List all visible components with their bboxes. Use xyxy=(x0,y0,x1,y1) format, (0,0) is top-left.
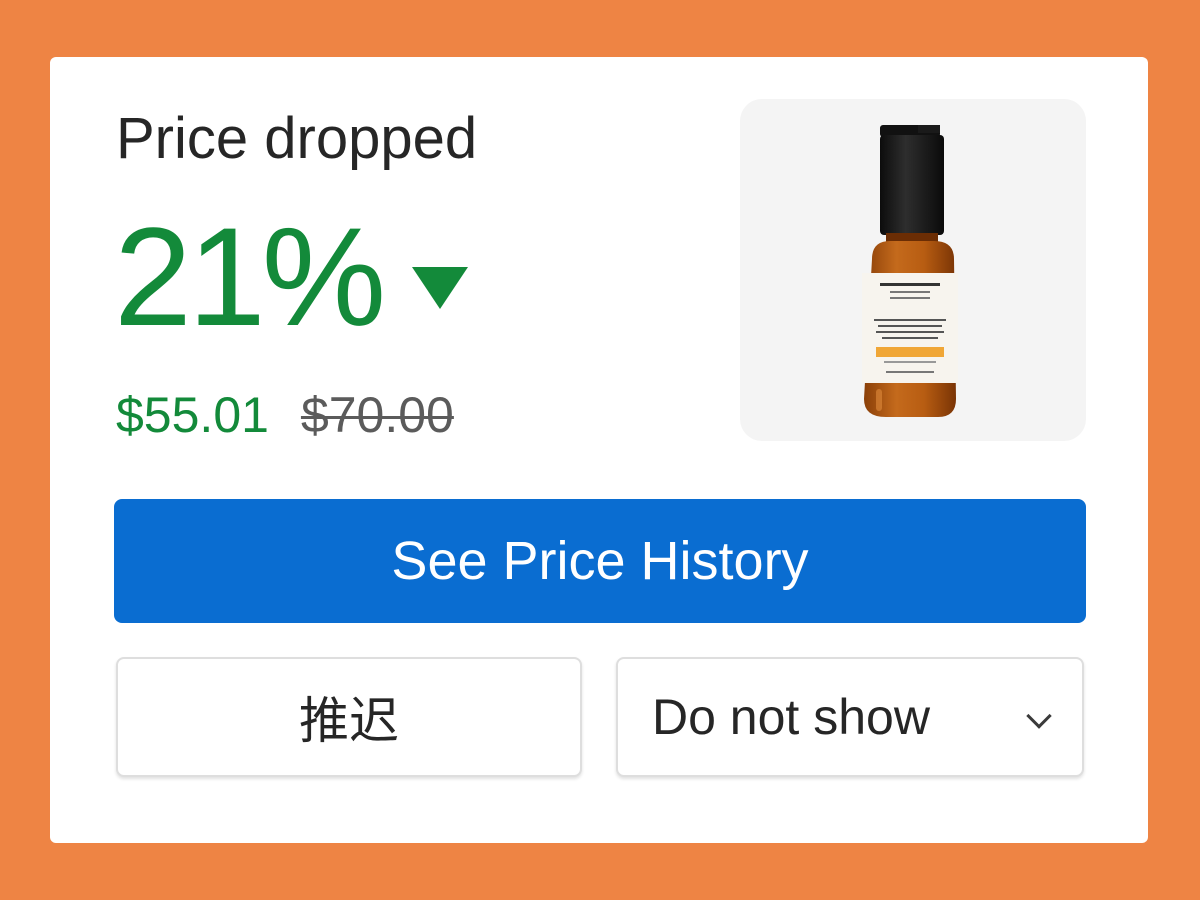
dropdown-selected-value: Do not show xyxy=(652,689,930,745)
drop-percent-row: 21% xyxy=(114,198,469,355)
drop-percent: 21% xyxy=(114,198,386,355)
do-not-show-dropdown[interactable]: Do not show xyxy=(616,657,1084,777)
popup-title: Price dropped xyxy=(116,106,478,171)
see-price-history-button[interactable]: See Price History xyxy=(114,499,1086,623)
current-price: $55.01 xyxy=(116,387,269,443)
snooze-button[interactable]: 推迟 xyxy=(116,657,582,777)
triangle-down-icon xyxy=(412,267,469,309)
original-price: $70.00 xyxy=(300,387,454,443)
product-image xyxy=(740,99,1086,441)
chevron-down-icon[interactable] xyxy=(1026,703,1052,729)
price-drop-card: Price dropped 21% $55.01 $70.00 See Pric… xyxy=(50,57,1148,843)
serum-bottle-illustration xyxy=(862,125,958,417)
price-row: $55.01 $70.00 xyxy=(116,385,454,445)
